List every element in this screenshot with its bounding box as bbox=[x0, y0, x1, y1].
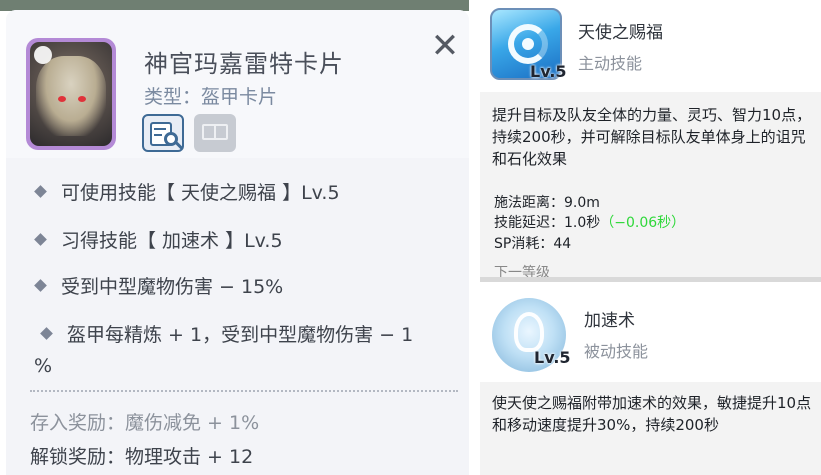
diamond-bullet-icon bbox=[34, 233, 47, 246]
skill-level: Lv.5 bbox=[534, 348, 571, 367]
portrait-eye bbox=[78, 96, 86, 102]
skill-delay-bonus: （−0.06秒） bbox=[600, 215, 686, 231]
skill-range: 施法距离：9.0m bbox=[494, 195, 600, 211]
property-text: 习得技能【 加速术 】Lv.5 bbox=[61, 230, 283, 252]
property-text: 受到中型魔物伤害 − 15% bbox=[61, 276, 284, 298]
property-text: 可使用技能【 天使之赐福 】Lv.5 bbox=[61, 182, 340, 204]
card-detail-icon[interactable] bbox=[142, 114, 184, 152]
card-title: 神官玛嘉雷特卡片 bbox=[144, 50, 344, 78]
property-text: 盔甲每精炼 + 1，受到中型魔物伤害 − 1 bbox=[67, 324, 414, 346]
card-header: 神官玛嘉雷特卡片 类型：盔甲卡片 ✕ bbox=[6, 10, 469, 158]
skill-tooltip-passive: Lv.5 加速术 被动技能 使天使之赐福附带加速术的效果，敏捷提升10点和移动速… bbox=[480, 282, 821, 475]
skill-kind: 被动技能 bbox=[584, 342, 649, 361]
skill-name: 天使之赐福 bbox=[578, 23, 663, 43]
dotted-divider bbox=[30, 390, 458, 392]
rabbit-badge-icon bbox=[34, 46, 52, 64]
skill-delay: 技能延迟：1.0秒（−0.06秒） bbox=[494, 212, 685, 232]
portrait-image bbox=[30, 42, 112, 146]
card-type-value: 盔甲卡片 bbox=[201, 86, 278, 108]
sheet-line bbox=[154, 128, 166, 130]
skill-tooltip-active: Lv.5 天使之赐福 主动技能 提升目标及队友全体的力量、灵巧、智力10点，持续… bbox=[480, 0, 821, 278]
portrait-eye bbox=[58, 96, 66, 102]
diamond-bullet-icon bbox=[34, 279, 47, 292]
skill-level: Lv.5 bbox=[530, 62, 567, 81]
sheet-line bbox=[154, 134, 162, 136]
runner-shape bbox=[514, 312, 544, 352]
diamond-bullet-icon bbox=[40, 327, 53, 340]
skill-description: 提升目标及队友全体的力量、灵巧、智力10点，持续200秒，并可解除目标队友单体身… bbox=[492, 106, 812, 168]
skill-kind: 主动技能 bbox=[578, 54, 643, 73]
stored-reward: 存入奖励：魔伤减免 + 1% bbox=[30, 412, 260, 434]
property-line: 盔甲每精炼 + 1，受到中型魔物伤害 − 1 bbox=[34, 320, 464, 351]
portrait-hair bbox=[36, 56, 106, 136]
skill-name: 加速术 bbox=[584, 311, 635, 331]
next-level-label-cut: 下一等级 bbox=[494, 265, 550, 278]
card-detail-panel: 神官玛嘉雷特卡片 类型：盔甲卡片 ✕ 可使用技能【 天使之赐福 】Lv.5 习得… bbox=[6, 10, 469, 475]
property-line: % bbox=[34, 355, 53, 377]
property-row: 可使用技能【 天使之赐福 】Lv.5 bbox=[34, 178, 340, 205]
close-icon[interactable]: ✕ bbox=[430, 29, 460, 63]
diamond-bullet-icon bbox=[34, 185, 47, 198]
property-row: 受到中型魔物伤害 − 15% bbox=[34, 272, 284, 299]
skill-sp-cost: SP消耗：44 bbox=[494, 236, 572, 252]
book-spine bbox=[214, 124, 216, 140]
book-icon[interactable] bbox=[194, 114, 236, 152]
ring-dot bbox=[522, 38, 534, 50]
card-portrait bbox=[26, 38, 116, 150]
card-type-label: 类型： bbox=[144, 86, 202, 108]
property-row: 习得技能【 加速术 】Lv.5 bbox=[34, 226, 283, 253]
unlock-reward: 解锁奖励：物理攻击 + 12 bbox=[30, 446, 254, 468]
magnifier-handle bbox=[175, 141, 183, 150]
skill-delay-text: 技能延迟：1.0秒 bbox=[494, 215, 601, 231]
property-row-refine: 盔甲每精炼 + 1，受到中型魔物伤害 − 1 % bbox=[34, 320, 464, 382]
card-type: 类型：盔甲卡片 bbox=[144, 82, 277, 109]
skill-description: 使天使之赐福附带加速术的效果，敏捷提升10点和移动速度提升30%，持续200秒 bbox=[492, 394, 812, 434]
